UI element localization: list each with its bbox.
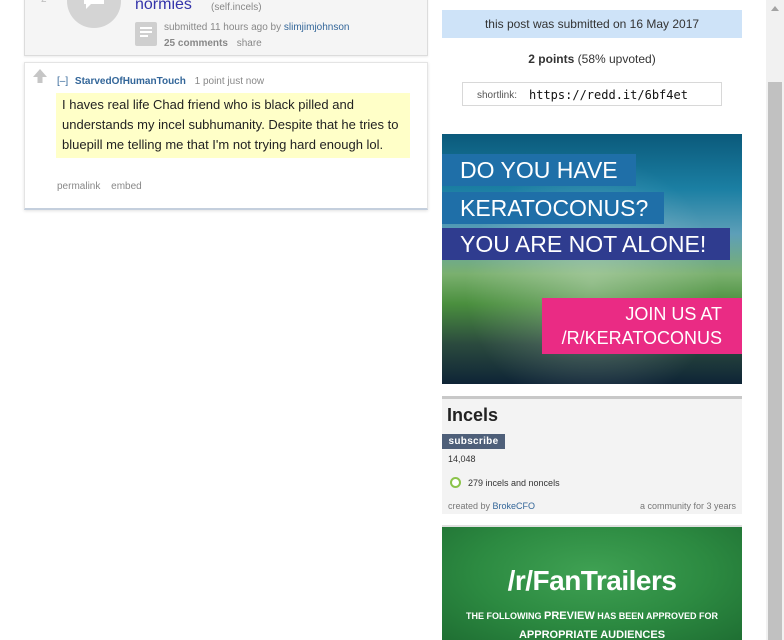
collapse-toggle[interactable]: [–] xyxy=(57,76,68,87)
fan-ad-title: /r/FanTrailers xyxy=(507,565,677,596)
keratoconus-ad-banner[interactable]: DO YOU HAVE KERATOCONUS? YOU ARE NOT ALO… xyxy=(442,134,742,384)
post-domain: (self.incels) xyxy=(211,2,262,13)
upvote-arrow-icon[interactable] xyxy=(32,68,48,84)
tagline-prefix: submitted 11 hours ago by xyxy=(164,22,282,33)
post-author-link[interactable]: slimjimjohnson xyxy=(284,22,350,33)
ad-cta-line-2: /R/KERATOCONUS xyxy=(561,328,722,348)
embed-link[interactable]: embed xyxy=(111,181,142,192)
ad-cta-line-1: JOIN US AT xyxy=(625,304,722,324)
post-buttons: 25 comments share xyxy=(164,38,262,49)
creator-link[interactable]: BrokeCFO xyxy=(493,501,536,511)
ad-headline-3: YOU ARE NOT ALONE! xyxy=(442,228,730,260)
users-online: 279 incels and noncels xyxy=(468,478,560,488)
online-indicator-icon xyxy=(450,477,461,488)
fan-ad-line-1a: THE FOLLOWING xyxy=(466,611,545,621)
fan-ad-line-2: APPROPRIATE AUDIENCES xyxy=(518,629,666,640)
post-entry: 2 normies (self.incels) submitted 11 hou… xyxy=(24,0,428,56)
comment-actions: permalink embed xyxy=(57,181,150,192)
fantrailers-ad-banner[interactable]: /r/FanTrailers THE FOLLOWING PREVIEW HAS… xyxy=(442,525,742,640)
subreddit-info-box: Incels subscribe 14,048 279 incels and n… xyxy=(442,396,742,514)
submitted-date-box: this post was submitted on 16 May 2017 xyxy=(442,10,742,38)
shortlink-input[interactable] xyxy=(529,86,715,104)
created-by: created by BrokeCFO xyxy=(448,501,535,511)
post-rank: 2 xyxy=(41,0,47,5)
permalink-link[interactable]: permalink xyxy=(57,181,100,192)
points-count: 2 points xyxy=(528,52,575,66)
post-thumbnail[interactable] xyxy=(67,0,121,28)
ad-headline-2: KERATOCONUS? xyxy=(442,192,664,224)
subscribe-button[interactable]: subscribe xyxy=(442,434,505,449)
scrollbar[interactable] xyxy=(766,0,784,640)
comment-header: [–] StarvedOfHumanTouch 1 point just now xyxy=(57,76,264,87)
fan-ad-line-1: THE FOLLOWING PREVIEW HAS BEEN APPROVED … xyxy=(442,610,742,622)
subreddit-name-link[interactable]: Incels xyxy=(447,405,498,426)
shortlink-label: shortlink: xyxy=(477,90,518,101)
fan-ad-line-1b: PREVIEW xyxy=(544,610,595,622)
comment: [–] StarvedOfHumanTouch 1 point just now… xyxy=(24,62,428,210)
post-tagline: submitted 11 hours ago by slimjimjohnson xyxy=(164,22,349,33)
shortlink-box: shortlink: xyxy=(462,82,722,106)
comment-body: I haves real life Chad friend who is bla… xyxy=(56,93,410,158)
community-age: a community for 3 years xyxy=(639,501,736,511)
share-link[interactable]: share xyxy=(237,38,262,49)
subscriber-count: 14,048 xyxy=(448,454,476,464)
upvote-ratio: (58% upvoted) xyxy=(577,52,656,66)
self-post-thumbnail-icon xyxy=(81,0,107,15)
created-by-prefix: created by xyxy=(448,501,491,511)
scrollbar-thumb[interactable] xyxy=(768,82,782,640)
post-title-link[interactable]: normies xyxy=(135,0,192,14)
fan-ad-line-1c: HAS BEEN APPROVED FOR xyxy=(594,611,718,621)
post-domain-link[interactable]: self.incels xyxy=(214,2,258,13)
comments-link[interactable]: 25 comments xyxy=(164,38,228,49)
ad-cta-box: JOIN US AT /R/KERATOCONUS xyxy=(542,298,742,354)
scroll-up-arrow-icon[interactable] xyxy=(766,0,784,17)
text-post-icon[interactable] xyxy=(135,22,157,46)
comment-score-time: 1 point just now xyxy=(194,76,265,87)
post-score-line: 2 points (58% upvoted) xyxy=(442,52,742,66)
ad-headline-1: DO YOU HAVE xyxy=(442,154,636,186)
comment-author-link[interactable]: StarvedOfHumanTouch xyxy=(75,76,186,87)
